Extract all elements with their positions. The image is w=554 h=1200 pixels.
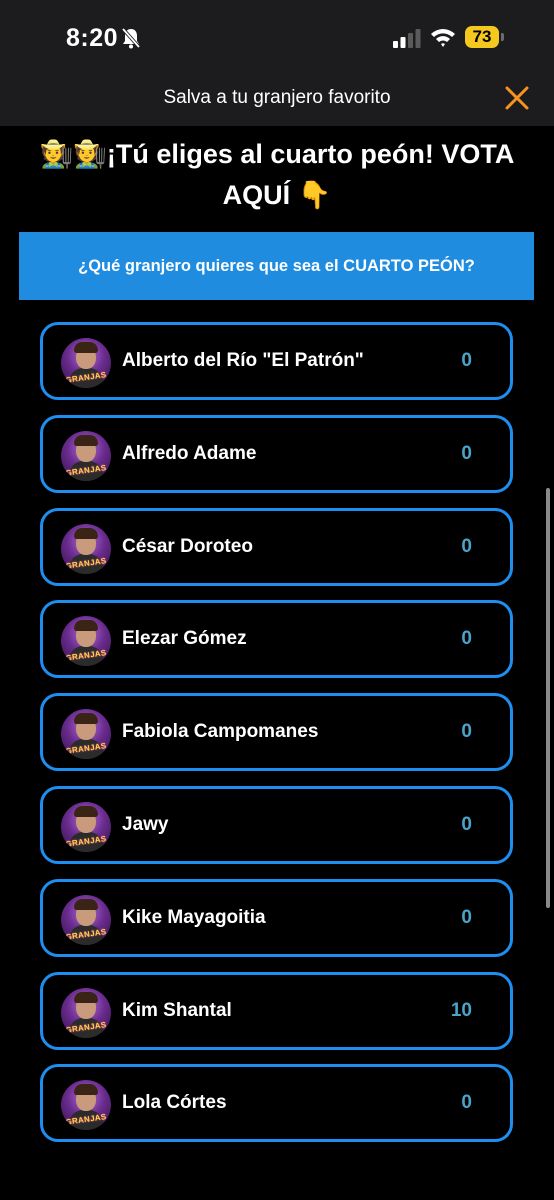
vote-count: 0 bbox=[461, 535, 472, 557]
signal-icon bbox=[393, 29, 421, 48]
candidate-option[interactable]: GRANJAS Fabiola Campomanes 0 bbox=[40, 693, 513, 772]
status-time: 8:20 bbox=[66, 24, 119, 52]
vote-count: 0 bbox=[461, 628, 472, 650]
candidate-option[interactable]: GRANJAS Alfredo Adame 0 bbox=[40, 414, 513, 493]
avatar: GRANJAS bbox=[61, 801, 111, 852]
candidate-name: Kike Mayagoitia bbox=[122, 906, 266, 928]
candidate-name: Alfredo Adame bbox=[122, 442, 257, 464]
candidate-name: Lola Córtes bbox=[122, 1092, 227, 1114]
candidate-name: Kim Shantal bbox=[122, 999, 232, 1021]
candidate-option[interactable]: GRANJAS Jawy 0 bbox=[40, 785, 513, 864]
status-bar: 8:20 73 bbox=[0, 0, 554, 72]
avatar: GRANJAS bbox=[61, 894, 111, 945]
candidate-option[interactable]: GRANJAS César Doroteo 0 bbox=[40, 507, 513, 586]
candidate-option[interactable]: GRANJAS Elezar Gómez 0 bbox=[40, 600, 513, 679]
bell-slash-icon bbox=[121, 27, 141, 49]
pointing-down-icon: 👇 bbox=[297, 180, 332, 211]
battery-level: 73 bbox=[465, 26, 499, 48]
scrollbar[interactable] bbox=[546, 488, 550, 908]
vote-count: 0 bbox=[461, 1092, 472, 1114]
poll-heading: 🧑‍🌾🧑‍🌾¡Tú eliges al cuarto peón! VOTA AQ… bbox=[0, 134, 554, 216]
candidate-name: Fabiola Campomanes bbox=[122, 721, 319, 743]
avatar: GRANJAS bbox=[61, 430, 111, 481]
candidate-list: GRANJAS Alberto del Río "El Patrón" 0 GR… bbox=[40, 322, 513, 1157]
candidate-name: César Doroteo bbox=[122, 535, 253, 557]
avatar: GRANJAS bbox=[61, 987, 111, 1038]
candidate-option[interactable]: GRANJAS Kike Mayagoitia 0 bbox=[40, 878, 513, 957]
avatar: GRANJAS bbox=[61, 523, 111, 574]
candidate-name: Elezar Gómez bbox=[122, 628, 247, 650]
question-text: ¿Qué granjero quieres que sea el CUARTO … bbox=[78, 256, 475, 275]
candidate-name: Jawy bbox=[122, 813, 169, 835]
avatar: GRANJAS bbox=[61, 616, 111, 667]
vote-count: 0 bbox=[461, 906, 472, 928]
header-bar: Salva a tu granjero favorito bbox=[0, 72, 554, 126]
wifi-icon bbox=[431, 29, 455, 47]
avatar: GRANJAS bbox=[61, 1080, 111, 1131]
battery-icon: 73 bbox=[465, 26, 505, 48]
vote-count: 0 bbox=[461, 442, 472, 464]
vote-count: 0 bbox=[461, 813, 472, 835]
candidate-option[interactable]: GRANJAS Kim Shantal 10 bbox=[40, 971, 513, 1050]
vote-count: 10 bbox=[450, 999, 472, 1021]
vote-count: 0 bbox=[461, 350, 472, 371]
close-icon[interactable] bbox=[503, 84, 531, 112]
question-banner: ¿Qué granjero quieres que sea el CUARTO … bbox=[19, 232, 534, 300]
vote-count: 0 bbox=[461, 721, 472, 743]
avatar: GRANJAS bbox=[61, 338, 111, 388]
page-title: Salva a tu granjero favorito bbox=[163, 87, 391, 108]
candidate-option[interactable]: GRANJAS Alberto del Río "El Patrón" 0 bbox=[40, 322, 513, 400]
candidate-option[interactable]: GRANJAS Lola Córtes 0 bbox=[40, 1064, 513, 1143]
candidate-name: Alberto del Río "El Patrón" bbox=[122, 350, 364, 371]
farmer-emoji-icon: 🧑‍🌾🧑‍🌾 bbox=[39, 139, 107, 170]
battery-tip bbox=[501, 33, 504, 41]
avatar: GRANJAS bbox=[61, 709, 111, 760]
